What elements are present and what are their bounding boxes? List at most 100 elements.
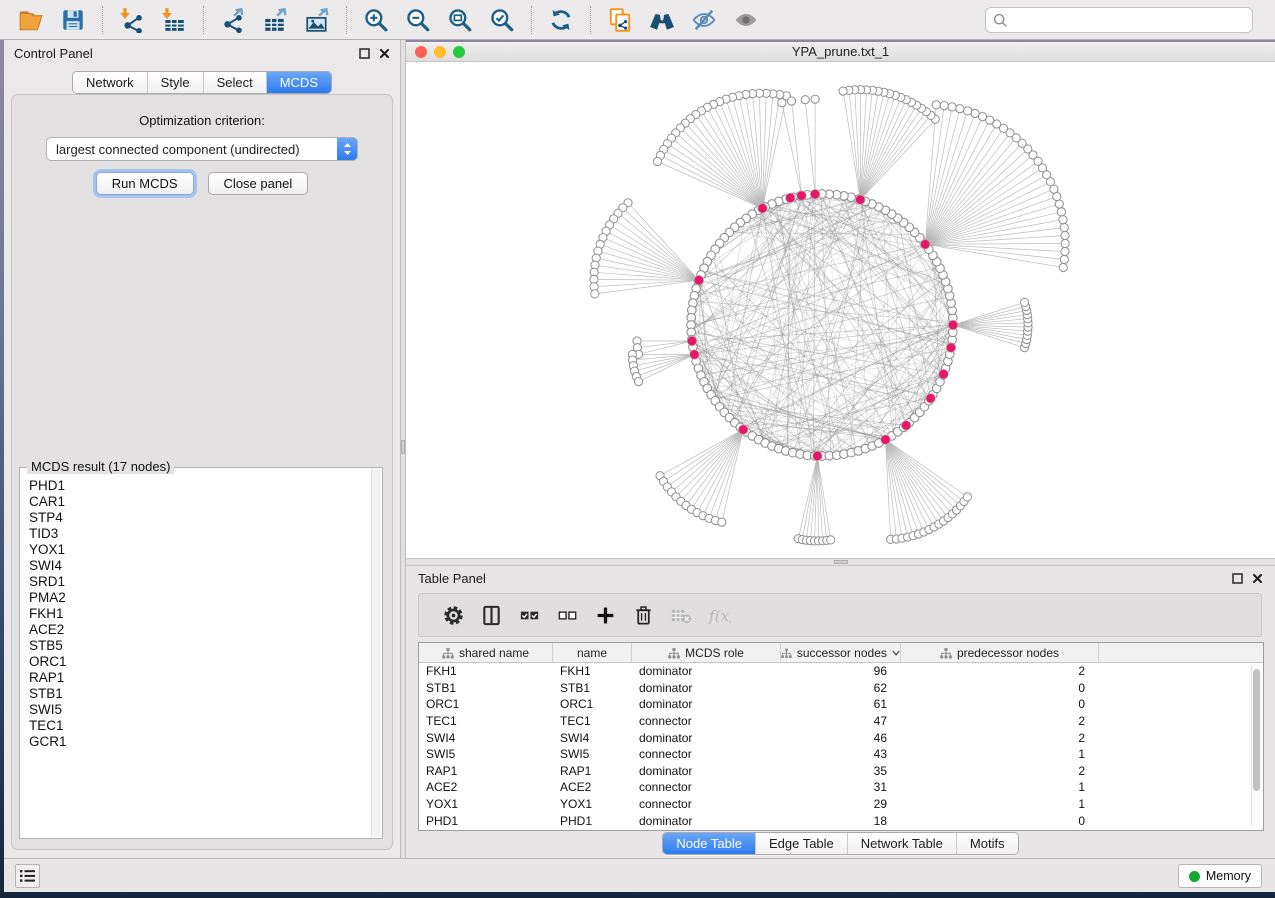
select-all-rows-button[interactable] — [510, 598, 548, 632]
network-node[interactable] — [964, 107, 972, 115]
mcds-result-item[interactable]: SWI5 — [21, 702, 370, 718]
table-cell[interactable]: 1 — [901, 780, 1099, 794]
table-cell[interactable]: 43 — [781, 747, 901, 761]
table-cell[interactable]: 29 — [781, 797, 901, 811]
import-table-button[interactable] — [159, 5, 189, 35]
vertical-splitter-grip[interactable] — [401, 440, 405, 454]
network-node[interactable] — [827, 536, 835, 544]
dominator-node[interactable] — [690, 350, 700, 360]
first-neighbors-button[interactable] — [647, 5, 677, 35]
dominator-node[interactable] — [881, 435, 891, 445]
float-table-panel-icon[interactable] — [1232, 573, 1243, 584]
network-node[interactable] — [1061, 247, 1069, 255]
column-header-predecessor-nodes[interactable]: predecessor nodes — [901, 643, 1099, 663]
float-panel-icon[interactable] — [359, 48, 370, 59]
table-row[interactable]: SWI4SWI4dominator462 — [419, 729, 1263, 746]
table-cell[interactable]: dominator — [632, 664, 781, 678]
tab-edge-table[interactable]: Edge Table — [755, 833, 847, 854]
zoom-fit-button[interactable] — [445, 5, 475, 35]
table-cell[interactable]: PHD1 — [553, 814, 632, 828]
table-cell[interactable]: dominator — [632, 731, 781, 745]
table-cell[interactable]: 0 — [901, 814, 1099, 828]
table-cell[interactable]: RAP1 — [553, 764, 632, 778]
table-cell[interactable]: PHD1 — [419, 814, 553, 828]
table-cell[interactable]: dominator — [632, 764, 781, 778]
mcds-result-item[interactable]: TID3 — [21, 526, 370, 542]
close-panel-button[interactable]: Close panel — [208, 172, 309, 195]
network-node[interactable] — [718, 518, 726, 526]
close-panel-icon[interactable] — [379, 48, 390, 59]
network-node[interactable] — [940, 102, 948, 110]
close-table-panel-icon[interactable] — [1252, 573, 1263, 584]
column-visibility-button[interactable] — [472, 598, 510, 632]
network-canvas[interactable] — [406, 62, 1275, 558]
new-network-from-selection-button[interactable] — [605, 5, 635, 35]
mcds-result-scrollbar[interactable] — [371, 469, 381, 837]
table-row[interactable]: PHD1PHD1dominator180 — [419, 812, 1263, 829]
table-row[interactable]: ORC1ORC1dominator610 — [419, 696, 1263, 713]
network-node[interactable] — [1060, 224, 1068, 232]
mcds-result-item[interactable]: STB5 — [21, 638, 370, 654]
table-cell[interactable]: TEC1 — [553, 714, 632, 728]
network-node[interactable] — [591, 290, 599, 298]
horizontal-splitter-grip[interactable] — [834, 560, 848, 564]
network-node[interactable] — [948, 103, 956, 111]
network-node[interactable] — [1061, 231, 1069, 239]
network-node[interactable] — [963, 493, 971, 501]
table-row[interactable]: FKH1FKH1dominator962 — [419, 663, 1263, 680]
table-cell[interactable]: dominator — [632, 697, 781, 711]
table-cell[interactable]: 2 — [901, 731, 1099, 745]
column-header-shared-name[interactable]: shared name — [419, 643, 553, 663]
table-cell[interactable]: FKH1 — [553, 664, 632, 678]
horizontal-splitter[interactable] — [406, 558, 1275, 566]
table-cell[interactable]: 1 — [901, 797, 1099, 811]
table-cell[interactable]: RAP1 — [419, 764, 553, 778]
run-mcds-button[interactable]: Run MCDS — [96, 172, 194, 195]
mcds-result-item[interactable]: SRD1 — [21, 574, 370, 590]
dominator-node[interactable] — [948, 320, 958, 330]
table-cell[interactable]: TEC1 — [419, 714, 553, 728]
network-node[interactable] — [932, 101, 940, 109]
zoom-window-icon[interactable] — [453, 46, 465, 58]
table-row[interactable]: STB1STB1dominator620 — [419, 680, 1263, 697]
table-row[interactable]: SWI5SWI5connector431 — [419, 746, 1263, 763]
table-row[interactable]: ACE2ACE2connector311 — [419, 779, 1263, 796]
add-column-button[interactable] — [586, 598, 624, 632]
search-box[interactable] — [985, 7, 1253, 33]
deselect-all-rows-button[interactable] — [548, 598, 586, 632]
dominator-node[interactable] — [856, 195, 866, 205]
zoom-in-button[interactable] — [361, 5, 391, 35]
network-node[interactable] — [1060, 255, 1068, 263]
table-scrollbar[interactable] — [1251, 665, 1261, 826]
network-node[interactable] — [653, 157, 661, 165]
table-cell[interactable]: 31 — [781, 780, 901, 794]
table-cell[interactable]: 18 — [781, 814, 901, 828]
network-node[interactable] — [1055, 200, 1063, 208]
table-cell[interactable]: connector — [632, 780, 781, 794]
table-cell[interactable]: SWI5 — [553, 747, 632, 761]
dominator-node[interactable] — [939, 369, 949, 379]
table-cell[interactable]: YOX1 — [553, 797, 632, 811]
table-cell[interactable]: dominator — [632, 681, 781, 695]
network-node[interactable] — [956, 105, 964, 113]
export-table-button[interactable] — [260, 5, 290, 35]
mcds-result-item[interactable]: GCR1 — [21, 734, 370, 750]
table-row[interactable]: RAP1RAP1dominator352 — [419, 763, 1263, 780]
mcds-result-list[interactable]: PHD1CAR1STP4TID3YOX1SWI4SRD1PMA2FKH1ACE2… — [21, 469, 370, 837]
table-row[interactable]: YOX1YOX1connector291 — [419, 796, 1263, 813]
tab-network[interactable]: Network — [73, 72, 147, 93]
mcds-result-item[interactable]: YOX1 — [21, 542, 370, 558]
table-row[interactable]: TEC1TEC1connector472 — [419, 713, 1263, 730]
mcds-result-item[interactable]: SWI4 — [21, 558, 370, 574]
network-node[interactable] — [1057, 208, 1065, 216]
table-cell[interactable]: 61 — [781, 697, 901, 711]
dominator-node[interactable] — [694, 275, 704, 285]
mcds-result-item[interactable]: ACE2 — [21, 622, 370, 638]
table-cell[interactable]: SWI5 — [419, 747, 553, 761]
export-image-button[interactable] — [302, 5, 332, 35]
table-cell[interactable]: 46 — [781, 731, 901, 745]
table-cell[interactable]: 2 — [901, 664, 1099, 678]
network-node[interactable] — [811, 95, 819, 103]
table-cell[interactable]: 0 — [901, 681, 1099, 695]
table-cell[interactable]: connector — [632, 714, 781, 728]
